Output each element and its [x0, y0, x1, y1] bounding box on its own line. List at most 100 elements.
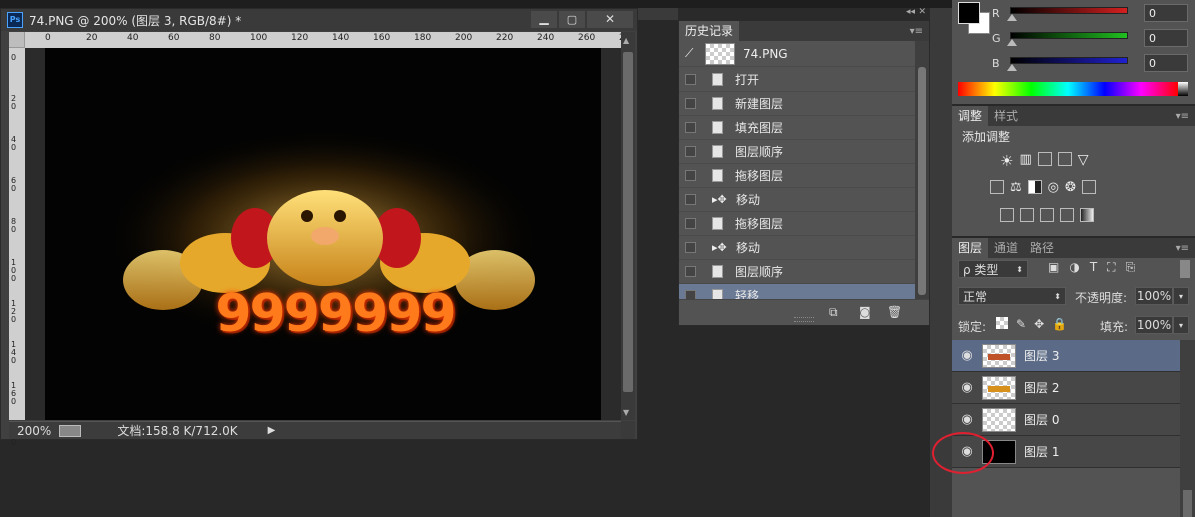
history-checkbox[interactable]: [685, 194, 696, 205]
history-item[interactable]: 打开: [679, 68, 915, 92]
lock-transparency-icon[interactable]: [996, 317, 1008, 329]
scroll-thumb[interactable]: [623, 52, 633, 392]
levels-icon[interactable]: ▥: [1019, 152, 1031, 170]
foreground-overlay[interactable]: [958, 2, 980, 24]
history-snapshot[interactable]: ⟋ 74.PNG: [679, 41, 915, 67]
panel-menu-icon[interactable]: ▾≡: [1176, 243, 1189, 254]
layer-row[interactable]: ◉ 图层 0: [952, 404, 1180, 436]
gradient-map-triangle-icon[interactable]: ▽: [1078, 152, 1089, 170]
panel-close-icon[interactable]: ✕: [918, 7, 926, 17]
history-checkbox[interactable]: [685, 242, 696, 253]
blend-mode-select[interactable]: 正常 ⬍: [958, 287, 1066, 305]
threshold-icon[interactable]: [1040, 208, 1054, 222]
zoom-level[interactable]: 200%: [17, 424, 51, 438]
tab-layers[interactable]: 图层: [952, 238, 989, 258]
history-checkbox[interactable]: [685, 146, 696, 157]
history-checkbox[interactable]: [685, 266, 696, 277]
panel-menu-icon[interactable]: ▾≡: [910, 26, 923, 37]
tab-paths[interactable]: 路径: [1024, 238, 1060, 258]
history-brush-icon[interactable]: ⟋: [685, 46, 699, 61]
type-filter-icon[interactable]: T: [1090, 260, 1097, 275]
history-item[interactable]: 拖移图层: [679, 164, 915, 188]
channel-slider[interactable]: [1007, 6, 1128, 21]
scroll-up-arrow[interactable]: ▲: [623, 36, 629, 45]
adjustment-filter-icon[interactable]: ◑: [1069, 260, 1079, 275]
eye-icon[interactable]: ◉: [952, 348, 982, 363]
resize-grip-icon[interactable]: [794, 317, 814, 322]
channel-value-input[interactable]: 0: [1144, 54, 1188, 72]
fill-dropdown[interactable]: ▾: [1173, 316, 1189, 334]
history-checkbox[interactable]: [685, 170, 696, 181]
posterize-icon[interactable]: [1020, 208, 1034, 222]
history-item[interactable]: 图层顺序: [679, 260, 915, 284]
camera-icon[interactable]: ◙: [859, 305, 871, 319]
color-balance-icon[interactable]: ⚖: [1010, 180, 1022, 195]
eye-icon[interactable]: ◉: [952, 412, 982, 427]
layers-scroll-thumb[interactable]: [1183, 490, 1192, 517]
channel-slider[interactable]: [1007, 31, 1128, 46]
layers-scrollbar[interactable]: [1180, 340, 1195, 517]
scroll-down-arrow[interactable]: ▼: [623, 408, 629, 417]
curves-icon[interactable]: [1037, 152, 1052, 166]
close-button[interactable]: ✕: [587, 11, 633, 28]
history-item[interactable]: 图层顺序: [679, 140, 915, 164]
layer-filter-toggle[interactable]: [1180, 260, 1190, 278]
channel-slider-handle[interactable]: [1007, 13, 1017, 21]
history-checkbox[interactable]: [685, 122, 696, 133]
black-white-icon[interactable]: [1027, 180, 1042, 194]
gradient-map-icon[interactable]: [1080, 208, 1094, 222]
color-ramp[interactable]: [958, 82, 1178, 96]
minimize-button[interactable]: ▁: [531, 11, 557, 28]
history-item[interactable]: 拖移图层: [679, 212, 915, 236]
history-collapse-bar[interactable]: ◂◂ ✕: [679, 7, 929, 21]
layer-filter-select[interactable]: ρ 类型 ⬍: [958, 260, 1028, 278]
brightness-icon[interactable]: ☀: [1000, 152, 1013, 170]
channel-value-input[interactable]: 0: [1144, 4, 1188, 22]
new-document-icon[interactable]: ⧉: [829, 305, 838, 320]
tab-adjustments[interactable]: 调整: [952, 106, 989, 126]
channel-value-input[interactable]: 0: [1144, 29, 1188, 47]
photo-filter-icon[interactable]: ◎: [1048, 180, 1059, 195]
lock-all-icon[interactable]: 🔒: [1052, 317, 1067, 331]
maximize-button[interactable]: ▢: [559, 11, 585, 28]
history-checkbox[interactable]: [685, 218, 696, 229]
document-canvas[interactable]: 9999999: [45, 48, 601, 420]
document-scrollbar-vertical[interactable]: ▲ ▼: [621, 32, 635, 420]
fill-input[interactable]: 100%: [1135, 316, 1173, 334]
channel-slider-handle[interactable]: [1007, 63, 1017, 71]
tab-channels[interactable]: 通道: [988, 238, 1024, 258]
lock-paint-icon[interactable]: ✎: [1016, 317, 1026, 331]
panel-menu-icon[interactable]: ▾≡: [1176, 111, 1189, 122]
history-checkbox[interactable]: [685, 74, 696, 85]
history-scroll-thumb[interactable]: [918, 67, 926, 295]
layer-row[interactable]: ◉ 图层 2: [952, 372, 1180, 404]
history-checkbox[interactable]: [685, 98, 696, 109]
color-ramp-bw[interactable]: [1178, 82, 1188, 96]
history-item[interactable]: 新建图层: [679, 92, 915, 116]
exposure-icon[interactable]: [1057, 152, 1072, 166]
lock-position-icon[interactable]: ✥: [1034, 317, 1044, 331]
channel-slider[interactable]: [1007, 56, 1128, 71]
canvas-area[interactable]: 9999999: [25, 48, 621, 420]
history-item[interactable]: 填充图层: [679, 116, 915, 140]
opacity-dropdown[interactable]: ▾: [1173, 287, 1189, 305]
selective-color-icon[interactable]: [1060, 208, 1074, 222]
smart-filter-icon[interactable]: ⎘: [1126, 260, 1136, 275]
history-item[interactable]: ▸✥ 移动: [679, 236, 915, 260]
collapse-icon[interactable]: ◂◂: [906, 7, 915, 17]
history-scrollbar[interactable]: [915, 41, 929, 299]
status-menu-arrow-icon[interactable]: ▶: [268, 425, 276, 436]
tab-styles[interactable]: 样式: [988, 106, 1024, 126]
layer-row[interactable]: ◉ 图层 3: [952, 340, 1180, 372]
image-filter-icon[interactable]: ▣: [1048, 260, 1059, 275]
invert-icon[interactable]: [1000, 208, 1014, 222]
opacity-input[interactable]: 100%: [1135, 287, 1173, 305]
tab-history[interactable]: 历史记录: [679, 21, 740, 41]
eye-icon[interactable]: ◉: [952, 380, 982, 395]
color-lookup-icon[interactable]: [1081, 180, 1096, 194]
channel-mixer-icon[interactable]: ❂: [1065, 180, 1076, 195]
channel-slider-handle[interactable]: [1007, 38, 1017, 46]
trash-icon[interactable]: 🗑: [887, 305, 902, 319]
status-icon[interactable]: [59, 424, 82, 437]
history-item[interactable]: ▸✥ 移动: [679, 188, 915, 212]
